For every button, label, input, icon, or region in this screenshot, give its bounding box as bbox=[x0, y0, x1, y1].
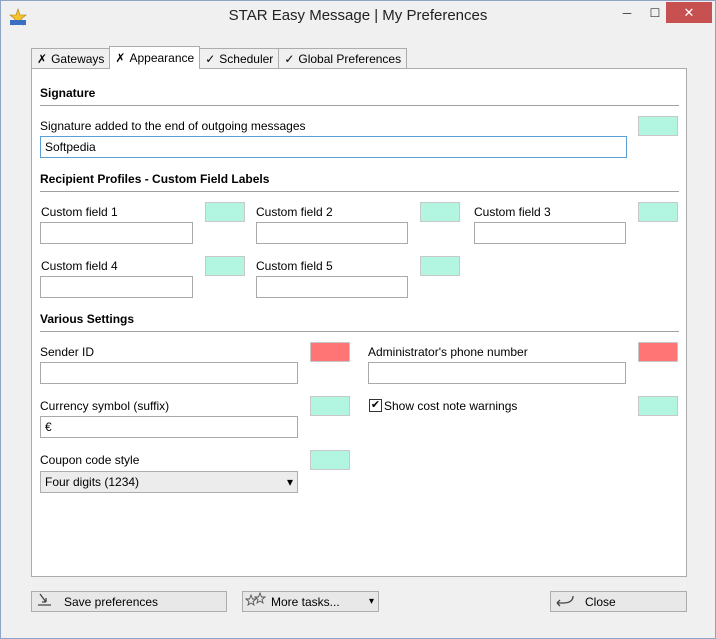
section-divider bbox=[40, 191, 679, 192]
cost-warnings-checkbox[interactable]: ✔ bbox=[369, 399, 382, 412]
coupon-style-label: Coupon code style bbox=[40, 453, 140, 467]
preferences-window: STAR Easy Message | My Preferences ─ ☐ ✕… bbox=[0, 0, 716, 639]
custom-field-1-swatch bbox=[205, 202, 245, 222]
close-label: Close bbox=[585, 594, 616, 609]
sender-id-input[interactable] bbox=[40, 362, 298, 384]
cost-warnings-label[interactable]: Show cost note warnings bbox=[384, 399, 517, 413]
save-preferences-label: Save preferences bbox=[64, 594, 159, 609]
custom-field-1-input[interactable] bbox=[40, 222, 193, 244]
custom-field-5-input[interactable] bbox=[256, 276, 408, 298]
tab-label: Scheduler bbox=[219, 52, 274, 66]
admin-phone-input[interactable] bbox=[368, 362, 626, 384]
return-arrow-icon bbox=[551, 593, 577, 610]
window-title: STAR Easy Message | My Preferences bbox=[228, 7, 488, 24]
various-settings-section-title: Various Settings bbox=[40, 312, 135, 326]
stars-icon bbox=[243, 591, 269, 611]
signature-section-title: Signature bbox=[40, 86, 96, 100]
tab-global-preferences[interactable]: ✓ Global Preferences bbox=[278, 48, 408, 69]
tab-gateways[interactable]: ✗ Gateways bbox=[31, 48, 111, 69]
minimize-button[interactable]: ─ bbox=[613, 2, 641, 23]
currency-swatch bbox=[310, 396, 350, 416]
more-tasks-button[interactable]: More tasks... ▾ bbox=[242, 591, 379, 612]
download-arrow-icon bbox=[32, 593, 58, 610]
maximize-button[interactable]: ☐ bbox=[641, 2, 669, 23]
save-preferences-button[interactable]: Save preferences bbox=[31, 591, 227, 612]
custom-field-2-swatch bbox=[420, 202, 460, 222]
admin-phone-label: Administrator's phone number bbox=[368, 345, 528, 359]
admin-phone-swatch bbox=[638, 342, 678, 362]
close-button[interactable]: Close bbox=[550, 591, 687, 612]
check-icon: ✓ bbox=[205, 52, 216, 66]
custom-field-3-input[interactable] bbox=[474, 222, 626, 244]
custom-field-2-input[interactable] bbox=[256, 222, 408, 244]
currency-input[interactable]: € bbox=[40, 416, 298, 438]
cross-icon: ✗ bbox=[115, 51, 126, 65]
signature-input[interactable]: Softpedia bbox=[40, 136, 627, 158]
tab-label: Appearance bbox=[129, 51, 195, 65]
close-window-button[interactable]: ✕ bbox=[666, 2, 712, 23]
title-bar: STAR Easy Message | My Preferences ─ ☐ ✕ bbox=[1, 1, 715, 33]
sender-id-swatch bbox=[310, 342, 350, 362]
custom-field-5-label: Custom field 5 bbox=[256, 259, 333, 273]
currency-label: Currency symbol (suffix) bbox=[40, 399, 170, 413]
custom-field-5-swatch bbox=[420, 256, 460, 276]
custom-field-1-label: Custom field 1 bbox=[41, 205, 118, 219]
custom-fields-section-title: Recipient Profiles - Custom Field Labels bbox=[40, 172, 270, 186]
tab-label: Global Preferences bbox=[298, 52, 402, 66]
custom-field-3-label: Custom field 3 bbox=[474, 205, 551, 219]
check-icon: ✓ bbox=[284, 52, 295, 66]
coupon-style-select[interactable]: Four digits (1234) ▾ bbox=[40, 471, 298, 493]
custom-field-4-swatch bbox=[205, 256, 245, 276]
section-divider bbox=[40, 331, 679, 332]
tab-strip: ✗ Gateways ✗ Appearance ✓ Scheduler ✓ Gl… bbox=[31, 46, 408, 69]
chevron-down-icon: ▾ bbox=[368, 596, 374, 607]
custom-field-3-swatch bbox=[638, 202, 678, 222]
signature-label: Signature added to the end of outgoing m… bbox=[40, 119, 306, 133]
more-tasks-label: More tasks... bbox=[271, 594, 340, 609]
coupon-style-swatch bbox=[310, 450, 350, 470]
custom-field-2-label: Custom field 2 bbox=[256, 205, 333, 219]
custom-field-4-input[interactable] bbox=[40, 276, 193, 298]
tab-scheduler[interactable]: ✓ Scheduler bbox=[199, 48, 280, 69]
cross-icon: ✗ bbox=[37, 52, 48, 66]
appearance-panel: Signature Signature added to the end of … bbox=[31, 68, 687, 577]
cost-warnings-swatch bbox=[638, 396, 678, 416]
signature-status-swatch bbox=[638, 116, 678, 136]
coupon-style-value: Four digits (1234) bbox=[45, 475, 140, 489]
sender-id-label: Sender ID bbox=[40, 345, 95, 359]
tab-label: Gateways bbox=[51, 52, 105, 66]
section-divider bbox=[40, 105, 679, 106]
chevron-down-icon: ▾ bbox=[286, 475, 293, 489]
tab-appearance[interactable]: ✗ Appearance bbox=[109, 46, 201, 69]
custom-field-4-label: Custom field 4 bbox=[41, 259, 118, 273]
